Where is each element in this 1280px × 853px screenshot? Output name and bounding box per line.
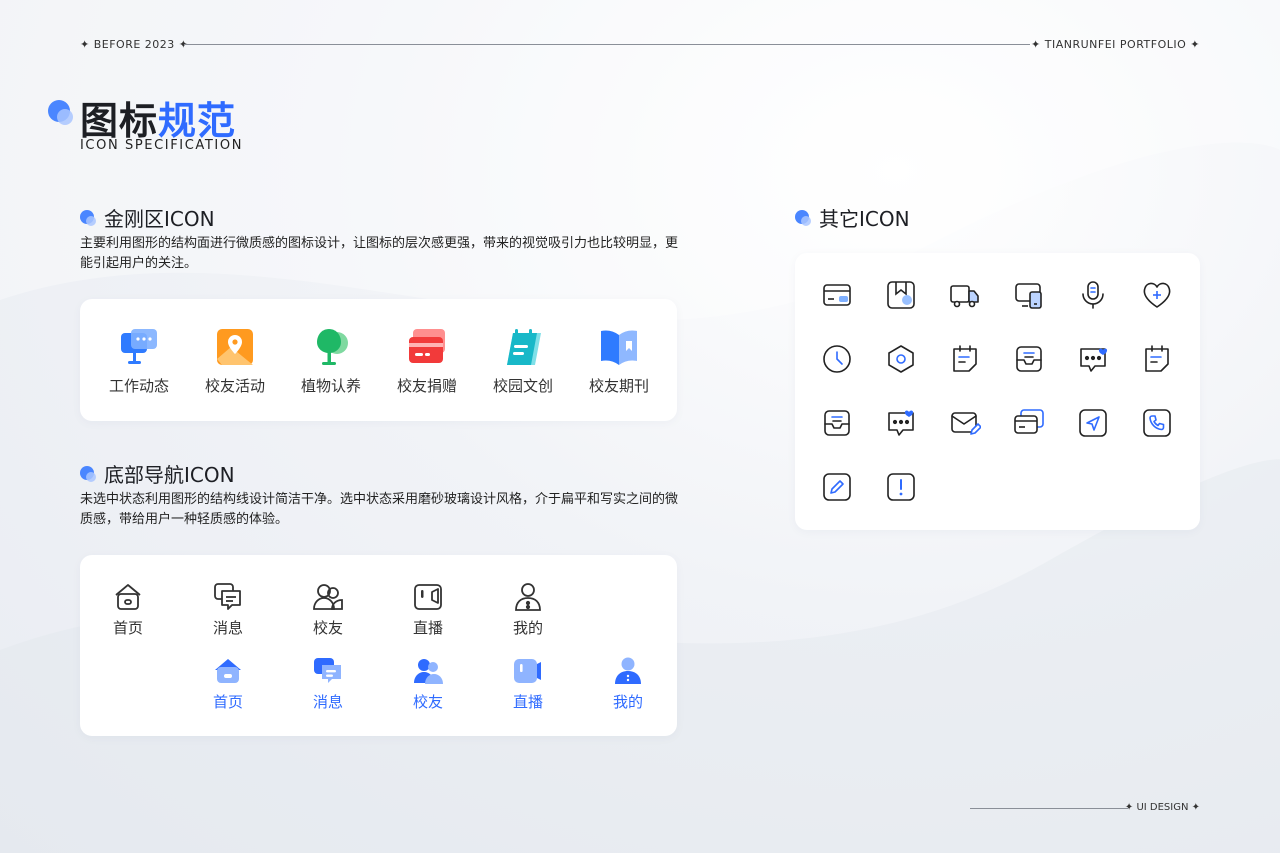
top-right-label: ✦ TIANRUNFEI PORTFOLIO ✦ bbox=[1031, 38, 1200, 51]
microphone-icon[interactable] bbox=[1077, 279, 1109, 311]
truck-icon[interactable] bbox=[949, 279, 981, 311]
send-icon[interactable] bbox=[1077, 407, 1109, 439]
chat-heart-alt-icon[interactable] bbox=[885, 407, 917, 439]
nav-description: 未选中状态利用图形的结构线设计简洁干净。选中状态采用磨砂玻璃设计风格，介于扁平和… bbox=[80, 492, 679, 527]
card-icon[interactable] bbox=[821, 279, 853, 311]
alumni-icon bbox=[313, 584, 343, 610]
work-news-icon bbox=[121, 329, 157, 364]
profile-filled-icon bbox=[615, 657, 641, 684]
alumni-filled-icon bbox=[414, 659, 443, 684]
note-alt-icon[interactable] bbox=[1141, 343, 1173, 375]
message-filled-icon bbox=[314, 658, 341, 683]
nav-profile[interactable]: 我的 bbox=[498, 581, 558, 638]
nav-live-selected[interactable]: 直播 bbox=[498, 655, 558, 712]
bottom-right-label: ✦ UI DESIGN ✦ bbox=[1124, 802, 1200, 813]
other-icons-card bbox=[795, 253, 1200, 530]
page-title: 图标规范 bbox=[80, 99, 237, 143]
plant-adopt-icon bbox=[317, 329, 348, 365]
nav-alumni[interactable]: 校友 bbox=[298, 581, 358, 638]
edit-icon[interactable] bbox=[821, 471, 853, 503]
section-bullet-icon bbox=[80, 465, 96, 482]
nav-profile-selected[interactable]: 我的 bbox=[598, 655, 658, 712]
profile-icon bbox=[515, 583, 541, 611]
kingkong-item-journal[interactable]: 校友期刊 bbox=[574, 327, 664, 396]
kingkong-description: 主要利用图形的结构面进行微质感的图标设计，让图标的层次感更强，带来的视觉吸引力也… bbox=[80, 236, 679, 271]
clock-icon[interactable] bbox=[821, 343, 853, 375]
kingkong-card: 工作动态 校友活动 植物认养 校友捐赠 校园文创 校友期刊 bbox=[80, 299, 677, 421]
cards-icon[interactable] bbox=[1013, 407, 1045, 439]
home-filled-icon bbox=[215, 659, 241, 683]
alert-icon[interactable] bbox=[885, 471, 917, 503]
devices-icon[interactable] bbox=[1013, 279, 1045, 311]
alumni-journal-icon bbox=[601, 330, 637, 365]
alumni-donation-icon bbox=[409, 329, 445, 363]
live-filled-icon bbox=[514, 659, 541, 683]
nav-message[interactable]: 消息 bbox=[198, 581, 258, 638]
inbox-alt-icon[interactable] bbox=[821, 407, 853, 439]
top-left-label: ✦ BEFORE 2023 ✦ bbox=[80, 38, 189, 51]
mail-edit-icon[interactable] bbox=[949, 407, 981, 439]
alumni-activity-icon bbox=[217, 329, 253, 365]
kingkong-heading: 金刚区ICON bbox=[80, 203, 215, 232]
heart-plus-icon[interactable] bbox=[1141, 279, 1173, 311]
nav-message-selected[interactable]: 消息 bbox=[298, 655, 358, 712]
kingkong-item-donation[interactable]: 校友捐赠 bbox=[382, 327, 472, 396]
kingkong-item-plant[interactable]: 植物认养 bbox=[286, 327, 376, 396]
campus-creative-icon bbox=[507, 329, 541, 365]
nav-heading: 底部导航ICON bbox=[80, 459, 235, 488]
kingkong-item-work[interactable]: 工作动态 bbox=[94, 327, 184, 396]
home-icon bbox=[115, 584, 141, 610]
kingkong-item-activity[interactable]: 校友活动 bbox=[190, 327, 280, 396]
top-rule: ✦ BEFORE 2023 ✦ ✦ TIANRUNFEI PORTFOLIO ✦ bbox=[80, 38, 1200, 52]
phone-icon[interactable] bbox=[1141, 407, 1173, 439]
live-icon bbox=[414, 584, 442, 610]
chat-heart-icon[interactable] bbox=[1077, 343, 1109, 375]
nav-home[interactable]: 首页 bbox=[98, 581, 158, 638]
bottom-rule: ✦ UI DESIGN ✦ bbox=[970, 802, 1200, 816]
nav-live[interactable]: 直播 bbox=[398, 581, 458, 638]
nav-card: 首页 消息 校友 直播 我的 首页 消息 校友 直播 我的 bbox=[80, 555, 677, 736]
hexagon-settings-icon[interactable] bbox=[885, 343, 917, 375]
kingkong-item-creative[interactable]: 校园文创 bbox=[478, 327, 568, 396]
note-icon[interactable] bbox=[949, 343, 981, 375]
message-icon bbox=[214, 583, 241, 610]
inbox-icon[interactable] bbox=[1013, 343, 1045, 375]
title-bullet-icon bbox=[48, 100, 73, 125]
nav-alumni-selected[interactable]: 校友 bbox=[398, 655, 458, 712]
bookmark-icon[interactable] bbox=[885, 279, 917, 311]
other-heading: 其它ICON bbox=[795, 203, 910, 232]
section-bullet-icon bbox=[795, 209, 811, 226]
section-bullet-icon bbox=[80, 209, 96, 226]
nav-home-selected[interactable]: 首页 bbox=[198, 655, 258, 712]
page-subtitle: ICON SPECIFICATION bbox=[80, 138, 244, 153]
